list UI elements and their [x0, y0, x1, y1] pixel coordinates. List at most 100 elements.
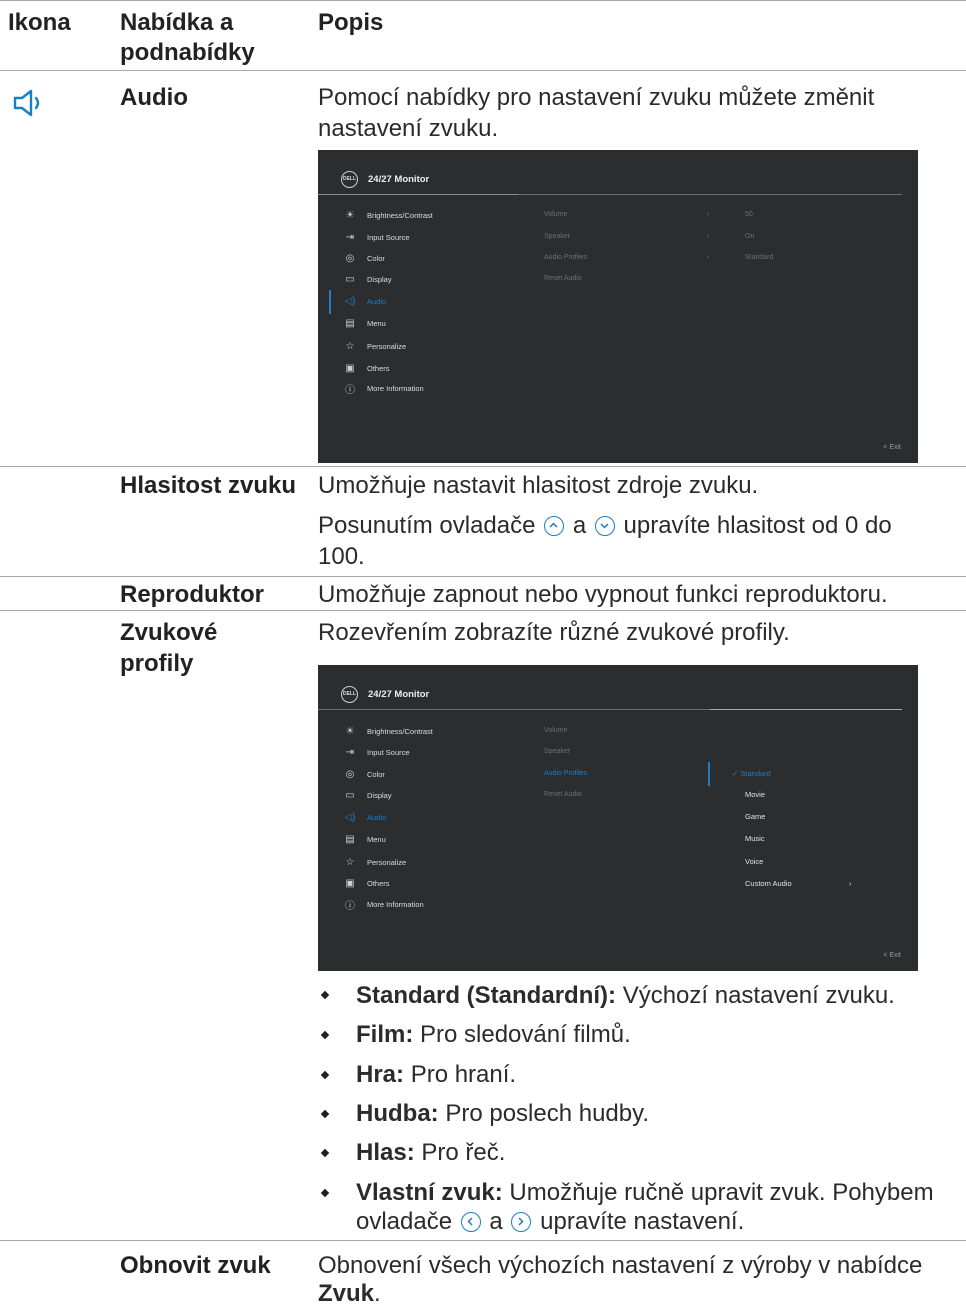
volume-desc: Umožňuje nastavit hlasitost zdroje zvuku… [318, 472, 759, 499]
osd-sub-speaker[interactable]: Speaker [544, 231, 570, 243]
bullet-icon [320, 1070, 330, 1080]
osd-sub-reset[interactable]: Reset Audio [544, 789, 582, 801]
info-icon: ⓘ [345, 900, 355, 912]
chevron-right-icon: › [707, 254, 710, 261]
osd-audio-screen: DELL 24/27 Monitor ☀ Brightness/Contrast … [318, 150, 918, 463]
osd-sub-profiles[interactable]: Audio Profiles [544, 252, 587, 264]
chevron-right-icon: › [849, 879, 852, 888]
profile-bullet-game: Hra: Pro hraní. [356, 1061, 517, 1088]
profile-bullet-film: Film: Pro sledování filmů. [356, 1021, 631, 1048]
header-menu: Nabídka a podnabídky [120, 9, 255, 66]
rule-speaker [0, 610, 966, 611]
osd-title: 24/27 Monitor [368, 689, 430, 700]
volume-desc-2: Posunutím ovladače a upravíte hlasitost … [318, 512, 892, 570]
profile-bullet-custom: Vlastní zvuk: Umožňuje ručně upravit zvu… [356, 1179, 934, 1206]
osd-item-personalize[interactable]: ☆ Personalize [344, 339, 407, 353]
osd-item-personalize[interactable]: ☆ Personalize [344, 855, 407, 869]
osd-profile-movie[interactable]: Movie [745, 789, 765, 801]
osd-item-more-info[interactable]: ⓘ More Information [344, 381, 424, 396]
rule-profiles [0, 1240, 966, 1241]
osd-item-input[interactable]: ⇥ Input Source [344, 745, 410, 759]
display-icon: ▭ [345, 273, 355, 285]
profile-bullet-voice: Hlas: Pro řeč. [356, 1139, 506, 1166]
osd-active-bar [708, 762, 710, 786]
osd-separator [318, 194, 518, 195]
reset-label: Obnovit zvuk [120, 1252, 271, 1279]
osd-item-brightness[interactable]: ☀ Brightness/Contrast [344, 208, 433, 222]
chevron-right-icon [511, 1212, 532, 1232]
profile-bullet-music: Hudba: Pro poslech hudby. [356, 1100, 650, 1127]
profiles-label: Zvukové profily [120, 619, 218, 677]
chevron-up-icon [544, 516, 565, 536]
osd-active-bar [329, 290, 331, 314]
osd-item-menu[interactable]: ▤ Menu [344, 316, 386, 330]
input-source-icon: ⇥ [345, 746, 355, 758]
osd-sub-volume[interactable]: Volume [544, 725, 567, 737]
osd-separator [318, 709, 710, 710]
dell-logo: DELL [341, 686, 358, 703]
osd-item-display[interactable]: ▭ Display [344, 788, 391, 802]
osd-item-display[interactable]: ▭ Display [344, 272, 391, 286]
osd-item-others[interactable]: ▣ Others [344, 876, 389, 890]
profile-bullet-standard: Standard (Standardní): Výchozí nastavení… [356, 982, 895, 1009]
osd-item-brightness[interactable]: ☀ Brightness/Contrast [344, 724, 433, 738]
audio-label: Audio [120, 84, 188, 111]
osd-profile-music[interactable]: Music [745, 833, 765, 845]
chevron-right-icon: › [707, 233, 710, 240]
menu-icon: ▤ [345, 833, 355, 845]
osd-sub-volume[interactable]: Volume [544, 209, 567, 221]
osd-profile-game[interactable]: Game [745, 811, 765, 823]
volume-label: Hlasitost zvuku [120, 472, 297, 499]
reset-desc-2: Zvuk. [318, 1280, 381, 1307]
osd-item-color[interactable]: ◎ Color [344, 251, 385, 265]
osd-item-menu[interactable]: ▤ Menu [344, 832, 386, 846]
bullet-icon [320, 1030, 330, 1040]
input-source-icon: ⇥ [345, 231, 355, 243]
dell-logo: DELL [341, 171, 358, 188]
rule-top [0, 0, 966, 1]
osd-separator-right [710, 709, 902, 710]
speaker-desc: Umožňuje zapnout nebo vypnout funkci rep… [318, 581, 888, 608]
star-icon: ☆ [345, 340, 355, 352]
sun-icon: ☀ [345, 209, 355, 221]
osd-exit-button[interactable]: < Exit [883, 444, 901, 451]
osd-sub-profiles[interactable]: Audio Profiles [544, 768, 587, 780]
osd-value-profile: Standard [745, 254, 774, 261]
check-icon: ✓ [732, 769, 739, 778]
bullet-icon [320, 1148, 330, 1158]
menu-icon: ▤ [345, 317, 355, 329]
palette-icon: ◎ [345, 252, 355, 264]
chevron-down-icon [594, 516, 615, 536]
bullet-icon [320, 990, 330, 1000]
speaker-icon [12, 88, 46, 123]
osd-item-input[interactable]: ⇥ Input Source [344, 230, 410, 244]
osd-item-others[interactable]: ▣ Others [344, 361, 389, 375]
osd-title: 24/27 Monitor [368, 174, 430, 185]
rule-audio [0, 466, 966, 467]
osd-item-more-info[interactable]: ⓘ More Information [344, 897, 424, 912]
osd-item-audio[interactable]: ◁) Audio [344, 294, 386, 308]
profiles-desc: Rozevřením zobrazíte různé zvukové profi… [318, 619, 790, 646]
osd-profile-voice[interactable]: Voice [745, 856, 763, 868]
chevron-left-icon [460, 1212, 481, 1232]
speaker-label: Reproduktor [120, 581, 264, 608]
header-desc: Popis [318, 9, 384, 36]
info-icon: ⓘ [345, 384, 355, 396]
others-icon: ▣ [345, 877, 355, 889]
profile-bullet-custom-2: ovladače a upravíte nastavení. [356, 1208, 745, 1235]
osd-profiles-screen: DELL 24/27 Monitor ☀ Brightness/Contrast … [318, 665, 918, 971]
osd-item-color[interactable]: ◎ Color [344, 767, 385, 781]
osd-profile-custom[interactable]: Custom Audio [745, 878, 792, 890]
sun-icon: ☀ [345, 725, 355, 737]
osd-value-volume: 50 [745, 211, 753, 218]
osd-exit-button[interactable]: < Exit [883, 952, 901, 959]
speaker-icon: ◁) [344, 811, 356, 823]
osd-sub-reset[interactable]: Reset Audio [544, 273, 582, 285]
audio-desc: Pomocí nabídky pro nastavení zvuku můžet… [318, 84, 875, 142]
bullet-icon [320, 1188, 330, 1198]
osd-sub-speaker[interactable]: Speaker [544, 746, 570, 758]
osd-item-audio[interactable]: ◁) Audio [344, 810, 386, 824]
osd-profile-standard[interactable]: ✓ Standard [732, 768, 771, 780]
chevron-right-icon: › [707, 211, 710, 218]
osd-separator-right [518, 194, 902, 195]
